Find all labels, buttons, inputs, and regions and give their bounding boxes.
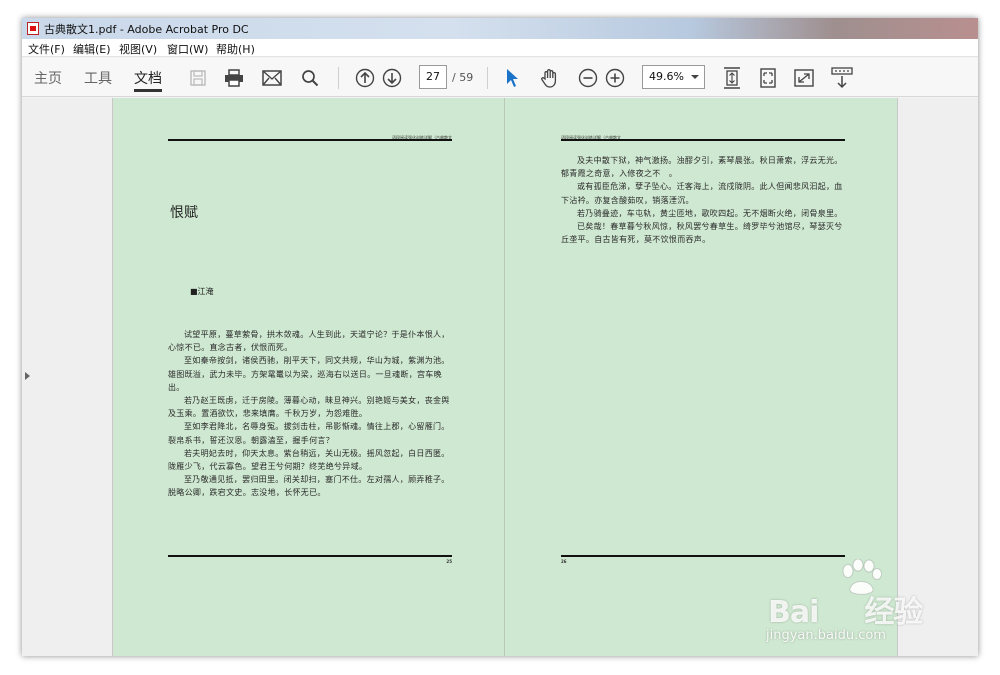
paragraph: 若乃赵王既虏，迁于房陵。薄暮心动，昧旦神兴。别艳姬与美女，丧金舆及玉乘。置酒欲饮… xyxy=(168,396,450,419)
zoom-level-select[interactable]: 49.6% xyxy=(642,65,705,89)
full-page-icon[interactable] xyxy=(756,66,780,90)
paragraph: 至如李君降北，名辱身冤。拔剑击柱，吊影惭魂。情往上郡，心留雁门。裂帛系书，誓还汉… xyxy=(168,422,450,445)
toolbar-separator xyxy=(487,67,488,89)
watermark-brand-cn: 经验 xyxy=(864,595,923,630)
page-number: 25 xyxy=(446,559,452,564)
menu-window[interactable]: 窗口(W) xyxy=(167,41,208,57)
title-bar: 古典散文1.pdf - Adobe Acrobat Pro DC xyxy=(22,18,978,39)
paragraph: 或有孤臣危涕，孽子坠心。迁客海上，流戍陇阴。此人但闻悲风汩起，血下沾衿。亦复含酸… xyxy=(561,182,843,205)
page-total: / 59 xyxy=(452,71,474,84)
tab-home[interactable]: 主页 xyxy=(34,68,62,88)
zoom-level-value: 49.6% xyxy=(649,70,684,83)
hand-tool-icon[interactable] xyxy=(538,66,562,90)
paragraph: 若乃骑叠迹，车屯轨，黄尘匝地，歌吹四起。无不烟断火绝，闭骨泉里。 xyxy=(577,208,843,218)
paragraph: 至如秦帝按剑，诸侯西驰，削平天下，同文共规，华山为城，紫渊为池。雄图既溢，武力未… xyxy=(168,356,450,392)
menu-view[interactable]: 视图(V) xyxy=(119,41,157,57)
baidu-jingyan-watermark: Bai 经验 jingyan.baidu.com xyxy=(760,555,960,655)
page-divider xyxy=(504,98,505,656)
page-number: 26 xyxy=(561,559,567,564)
page-number-input[interactable]: 27 xyxy=(419,65,447,89)
paragraph: 已矣哉！春草暮兮秋风惊，秋风罢兮春草生。绮罗毕兮池馆尽，琴瑟灭兮丘垄平。自古皆有… xyxy=(561,222,843,245)
window-title: 古典散文1.pdf - Adobe Acrobat Pro DC xyxy=(44,23,249,36)
essay-title: 恨赋 xyxy=(170,205,198,221)
essay-body: 及夫中散下狱，神气激扬。浊醪夕引，素琴晨张。秋日萧索，浮云无光。郁青霞之奇意，入… xyxy=(561,154,845,246)
email-icon[interactable] xyxy=(260,66,284,90)
header-rule xyxy=(561,139,845,141)
footer-rule xyxy=(168,555,452,557)
menu-edit[interactable]: 编辑(E) xyxy=(73,41,111,57)
search-icon[interactable] xyxy=(298,66,322,90)
paragraph: 若夫明妃去时，仰天太息。紫台稍远，关山无极。摇风忽起，白日西匿。陇雁少飞，代云寡… xyxy=(168,448,450,472)
menu-file[interactable]: 文件(F) xyxy=(28,41,65,57)
select-cursor-icon[interactable] xyxy=(500,66,524,90)
print-icon[interactable] xyxy=(222,66,246,90)
pdf-file-icon xyxy=(27,22,39,35)
page-up-icon[interactable] xyxy=(353,66,377,90)
watermark-brand-latin: Bai xyxy=(768,595,819,630)
paragraph: 至乃敬通见抵，罢归田里。闭关却扫，塞门不仕。左对孺人，顾弄稚子。脱略公卿，跌宕文… xyxy=(168,475,450,498)
paragraph: 试望平原，蔓草萦骨，拱木敛魂。人生到此，天道宁论？于是仆本恨人，心惊不已。直念古… xyxy=(168,330,450,353)
watermark-brand: Bai 经验 xyxy=(768,587,923,631)
tab-tools[interactable]: 工具 xyxy=(84,68,112,88)
navigation-pane-toggle-icon[interactable] xyxy=(25,372,30,380)
main-toolbar: 主页 工具 文档 27 / 59 49.6% xyxy=(22,58,978,97)
pdf-page-left: 语段阅读强化训练详解（古典散文 恨赋 ■江淹 试望平原，蔓草萦骨，拱木敛魂。人生… xyxy=(168,98,452,656)
essay-body: 试望平原，蔓草萦骨，拱木敛魂。人生到此，天道宁论？于是仆本恨人，心惊不已。直念古… xyxy=(168,328,452,500)
toolbar-separator xyxy=(338,67,339,89)
watermark-url: jingyan.baidu.com xyxy=(766,628,886,643)
fit-page-icon[interactable] xyxy=(720,66,744,90)
scroll-mode-icon[interactable] xyxy=(830,66,854,90)
save-icon[interactable] xyxy=(186,66,210,90)
zoom-out-icon[interactable] xyxy=(576,66,600,90)
tab-document[interactable]: 文档 xyxy=(134,68,162,92)
menu-help[interactable]: 帮助(H) xyxy=(216,41,255,57)
paragraph: 及夫中散下狱，神气激扬。浊醪夕引，素琴晨张。秋日萧索，浮云无光。郁青霞之奇意，入… xyxy=(561,156,843,179)
author-line: ■江淹 xyxy=(190,287,214,296)
chevron-down-icon xyxy=(691,75,699,79)
full-screen-icon[interactable] xyxy=(792,66,816,90)
page-down-icon[interactable] xyxy=(380,66,404,90)
header-rule xyxy=(168,139,452,141)
zoom-in-icon[interactable] xyxy=(603,66,627,90)
menu-bar: 文件(F) 编辑(E) 视图(V) 窗口(W) 帮助(H) xyxy=(22,39,978,57)
